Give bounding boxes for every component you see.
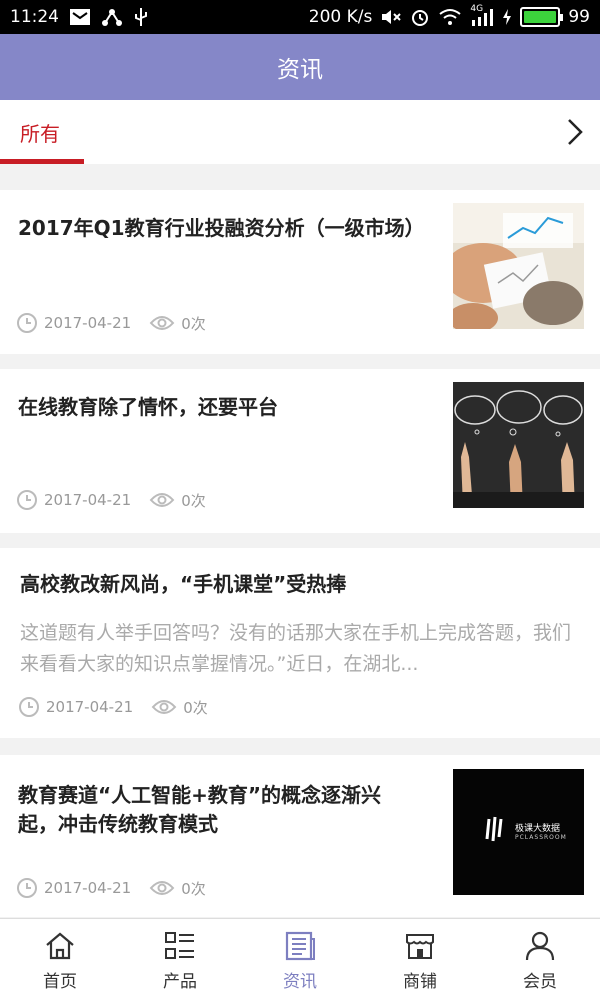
thumb-brand-en: PCLASSROOM xyxy=(515,834,567,841)
nav-products-label: 产品 xyxy=(163,972,197,992)
nav-shops-label: 商铺 xyxy=(403,972,437,992)
nav-news[interactable]: 资讯 xyxy=(240,919,360,1000)
eye-icon xyxy=(151,696,177,718)
battery-icon xyxy=(520,7,564,27)
clock-icon xyxy=(16,489,38,511)
page-title: 资讯 xyxy=(277,57,323,83)
article-title: 2017年Q1教育行业投融资分析（一级市场） xyxy=(18,216,425,240)
chevron-right-icon[interactable] xyxy=(558,114,592,150)
bottom-nav: 首页 产品 资讯 商铺 会员 xyxy=(0,918,600,1000)
net-speed: 200 K/s xyxy=(308,7,373,27)
article-title: 教育赛道“人工智能+教育”的概念逐渐兴起，冲击传统教育模式 xyxy=(18,783,382,836)
nav-home-label: 首页 xyxy=(43,972,77,992)
category-bar: 所有 xyxy=(0,100,600,164)
shop-icon xyxy=(403,929,437,963)
battery-percent: 99 xyxy=(568,7,590,27)
clock-icon xyxy=(18,696,40,718)
nav-news-label: 资讯 xyxy=(283,972,317,992)
article-views: 0次 xyxy=(181,879,206,898)
eye-icon xyxy=(149,877,175,899)
home-icon xyxy=(43,929,77,963)
header: 资讯 xyxy=(0,34,600,100)
signal-icon: 4G xyxy=(470,4,494,27)
article-summary: 这道题有人举手回答吗？没有的话那大家在手机上完成答题，我们来看看大家的知识点掌握… xyxy=(20,622,572,675)
nav-member[interactable]: 会员 xyxy=(480,919,600,1000)
clock-icon xyxy=(16,877,38,899)
article-meta: 2017-04-21 0次 xyxy=(16,877,206,899)
article-views: 0次 xyxy=(181,314,206,333)
nav-shops[interactable]: 商铺 xyxy=(360,919,480,1000)
article-date: 2017-04-21 xyxy=(44,879,132,897)
usb-icon xyxy=(133,7,149,27)
clock-icon xyxy=(16,312,38,334)
article-item[interactable]: 2017年Q1教育行业投融资分析（一级市场） 2017-04-21 0次 xyxy=(0,190,600,354)
article-date: 2017-04-21 xyxy=(44,314,132,332)
article-thumbnail xyxy=(453,382,584,508)
article-meta: 2017-04-21 0次 xyxy=(18,696,208,718)
thumb-brand: 极课大数据 xyxy=(515,824,561,834)
charging-icon xyxy=(502,7,512,27)
article-title: 高校教改新风尚，“手机课堂”受热捧 xyxy=(20,572,347,596)
eye-icon xyxy=(149,489,175,511)
article-item[interactable]: 在线教育除了情怀，还要平台 2017-04-21 0次 xyxy=(0,369,600,533)
article-views: 0次 xyxy=(181,491,206,510)
network-type: 4G xyxy=(470,4,484,14)
article-meta: 2017-04-21 0次 xyxy=(16,489,206,511)
tab-all[interactable]: 所有 xyxy=(0,100,84,164)
nav-home[interactable]: 首页 xyxy=(0,919,120,1000)
news-icon xyxy=(283,929,317,963)
mute-icon xyxy=(380,7,402,27)
status-bar: 11:24 200 K/s 4G 99 xyxy=(0,0,600,34)
eye-icon xyxy=(149,312,175,334)
article-item[interactable]: 教育赛道“人工智能+教育”的概念逐渐兴起，冲击传统教育模式 极课大数据 PCLA… xyxy=(0,755,600,917)
wifi-icon xyxy=(438,7,462,27)
alarm-icon xyxy=(410,7,430,27)
share-icon xyxy=(101,7,123,27)
list-icon xyxy=(163,929,197,963)
article-item[interactable]: 高校教改新风尚，“手机课堂”受热捧 这道题有人举手回答吗？没有的话那大家在手机上… xyxy=(0,548,600,738)
article-title: 在线教育除了情怀，还要平台 xyxy=(18,395,278,419)
article-meta: 2017-04-21 0次 xyxy=(16,312,206,334)
message-icon xyxy=(69,7,91,27)
user-icon xyxy=(523,929,557,963)
active-tab-indicator xyxy=(0,159,84,164)
nav-member-label: 会员 xyxy=(523,972,557,992)
article-views: 0次 xyxy=(183,698,208,717)
tab-all-label: 所有 xyxy=(20,122,60,146)
nav-products[interactable]: 产品 xyxy=(120,919,240,1000)
status-time: 11:24 xyxy=(10,7,59,27)
article-thumbnail xyxy=(453,203,584,329)
article-date: 2017-04-21 xyxy=(46,698,134,716)
article-date: 2017-04-21 xyxy=(44,491,132,509)
article-thumbnail: 极课大数据 PCLASSROOM xyxy=(453,769,584,895)
